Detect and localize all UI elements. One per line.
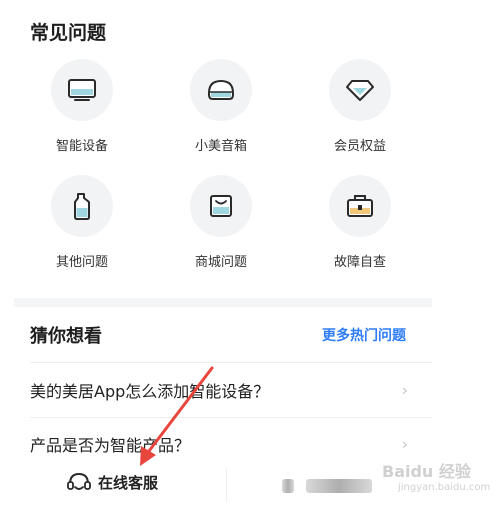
chevron-right-icon: › [401, 380, 408, 400]
tv-device-icon [68, 79, 96, 101]
category-store-questions[interactable]: 商城问题 [166, 175, 276, 270]
guess-section-title: 猜你想看 [30, 326, 102, 347]
chevron-right-icon: › [401, 434, 408, 454]
shopping-bag-icon [210, 195, 232, 217]
toolbox-icon [347, 195, 373, 217]
category-label: 故障自查 [333, 255, 386, 270]
section-divider [14, 298, 432, 307]
category-label: 会员权益 [333, 139, 386, 154]
category-label: 小美音箱 [194, 139, 247, 154]
online-service-label: 在线客服 [98, 473, 159, 492]
diamond-icon [346, 80, 374, 101]
blurred-content [282, 479, 294, 493]
category-label: 其他问题 [55, 255, 108, 270]
baidu-watermark: Baidu 经验 [382, 462, 471, 481]
bottom-bar-separator [226, 468, 227, 502]
more-hot-questions-link[interactable]: 更多热门问题 [322, 325, 406, 345]
question-text: 产品是否为智能产品？ [30, 436, 191, 455]
question-row[interactable]: 美的美居App怎么添加智能设备？ › [30, 363, 430, 417]
category-other-questions[interactable]: 其他问题 [27, 175, 137, 270]
smart-speaker-icon [208, 79, 234, 100]
bottle-icon [74, 193, 90, 220]
headset-icon [67, 472, 91, 490]
online-service-button[interactable]: 在线客服 [66, 470, 158, 494]
category-member-benefits[interactable]: 会员权益 [305, 59, 415, 154]
category-self-diagnosis[interactable]: 故障自查 [305, 175, 415, 270]
category-xiaomei-speaker[interactable]: 小美音箱 [166, 59, 276, 154]
baidu-watermark-url: jingyan.baidu.com [398, 482, 491, 493]
category-label: 智能设备 [55, 139, 108, 154]
faq-section-title: 常见问题 [30, 22, 107, 44]
category-smart-device[interactable]: 智能设备 [27, 59, 137, 154]
question-text: 美的美居App怎么添加智能设备？ [30, 382, 270, 401]
category-label: 商城问题 [194, 255, 247, 270]
blurred-content [306, 479, 372, 493]
